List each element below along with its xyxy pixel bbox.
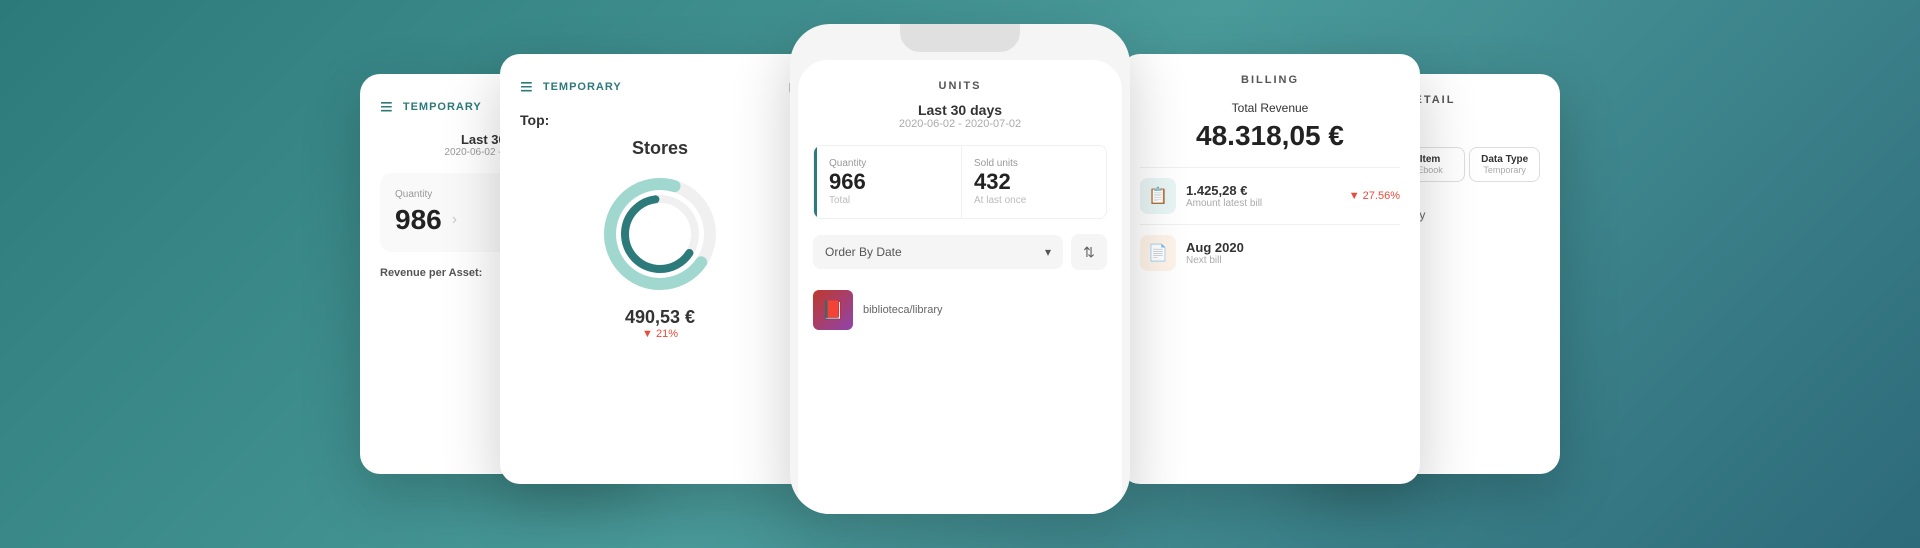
center-sold-sub: At last once (974, 195, 1094, 206)
detail-tab-datatype[interactable]: Data Type Temporary (1469, 147, 1540, 182)
center-tab-label: UNITS (813, 75, 1107, 92)
center-sold-value: 432 (974, 169, 1094, 195)
billing-total-amount: 48.318,05 € (1140, 120, 1400, 152)
center-date-range: 2020-06-02 - 2020-07-02 (813, 118, 1107, 130)
left-top-label: Top: (520, 112, 800, 128)
center-stats-row: Quantity 966 Total Sold units 432 At las… (813, 145, 1107, 219)
card-left: ≡ TEMPORARY ⊞ Top: Stores 490,53 € ▼ 21% (500, 54, 820, 484)
card-right-billing: BILLING Total Revenue 48.318,05 € 📋 1.42… (1120, 54, 1420, 484)
left-stores-value: 490,53 € (625, 307, 695, 328)
billing-next-bill-value: Aug 2020 (1186, 240, 1400, 255)
center-list-thumb: 📕 (813, 290, 853, 330)
left-stores-label: Stores (632, 138, 688, 159)
billing-latest-bill-row: 📋 1.425,28 € Amount latest bill ▼ 27.56% (1140, 167, 1400, 224)
far-left-quantity-arrow: › (452, 211, 457, 229)
far-left-tab-label: TEMPORARY (403, 101, 482, 113)
far-left-quantity-label: Quantity (395, 189, 457, 200)
billing-latest-bill-change: ▼ 27.56% (1349, 190, 1400, 202)
center-list-item: 📕 biblioteca/library (813, 282, 1107, 338)
center-sold-label: Sold units (974, 158, 1094, 169)
left-header: ≡ TEMPORARY ⊞ (520, 74, 800, 100)
center-sort-button[interactable]: ⇅ (1071, 234, 1107, 270)
billing-latest-bill-label: Amount latest bill (1186, 198, 1339, 209)
center-quantity-value: 966 (829, 169, 949, 195)
left-tab-label: TEMPORARY (543, 81, 622, 93)
far-left-quantity-value: 986 (395, 204, 442, 236)
card-center-phone: UNITS Last 30 days 2020-06-02 - 2020-07-… (790, 24, 1130, 514)
left-stores-change: ▼ 21% (642, 328, 678, 340)
cards-container: ≡ TEMPORARY ⊞ Last 30 days 2020-06-02 - … (360, 24, 1560, 524)
phone-inner: UNITS Last 30 days 2020-06-02 - 2020-07-… (798, 60, 1122, 514)
center-date-section: Last 30 days 2020-06-02 - 2020-07-02 (813, 102, 1107, 130)
left-logo-icon: ≡ (520, 74, 533, 100)
billing-latest-bill-value: 1.425,28 € (1186, 183, 1339, 198)
center-sold-stat: Sold units 432 At last once (962, 146, 1106, 218)
center-order-select-label: Order By Date (825, 245, 902, 259)
billing-next-bill-row: 📄 Aug 2020 Next bill (1140, 224, 1400, 281)
center-quantity-stat: Quantity 966 Total (814, 146, 962, 218)
center-order-select[interactable]: Order By Date ▾ (813, 235, 1063, 269)
billing-next-bill-label: Next bill (1186, 255, 1400, 266)
billing-next-bill-info: Aug 2020 Next bill (1186, 240, 1400, 266)
center-quantity-sub: Total (829, 195, 949, 206)
left-donut-container: Stores 490,53 € ▼ 21% (520, 138, 800, 340)
detail-tab-datatype-sub: Temporary (1474, 165, 1535, 175)
center-list-text: biblioteca/library (863, 304, 942, 316)
billing-total-label: Total Revenue (1140, 101, 1400, 115)
left-donut-chart (595, 169, 725, 299)
center-order-select-chevron: ▾ (1045, 245, 1051, 259)
center-date-title: Last 30 days (813, 102, 1107, 118)
center-quantity-label: Quantity (829, 158, 949, 169)
billing-latest-bill-info: 1.425,28 € Amount latest bill (1186, 183, 1339, 209)
billing-latest-bill-icon: 📋 (1140, 178, 1176, 214)
billing-next-bill-icon: 📄 (1140, 235, 1176, 271)
far-left-logo-icon: ≡ (380, 94, 393, 120)
detail-tab-datatype-label: Data Type (1474, 154, 1535, 165)
center-select-row: Order By Date ▾ ⇅ (813, 234, 1107, 270)
phone-notch (900, 24, 1020, 52)
billing-header: BILLING (1140, 74, 1400, 86)
